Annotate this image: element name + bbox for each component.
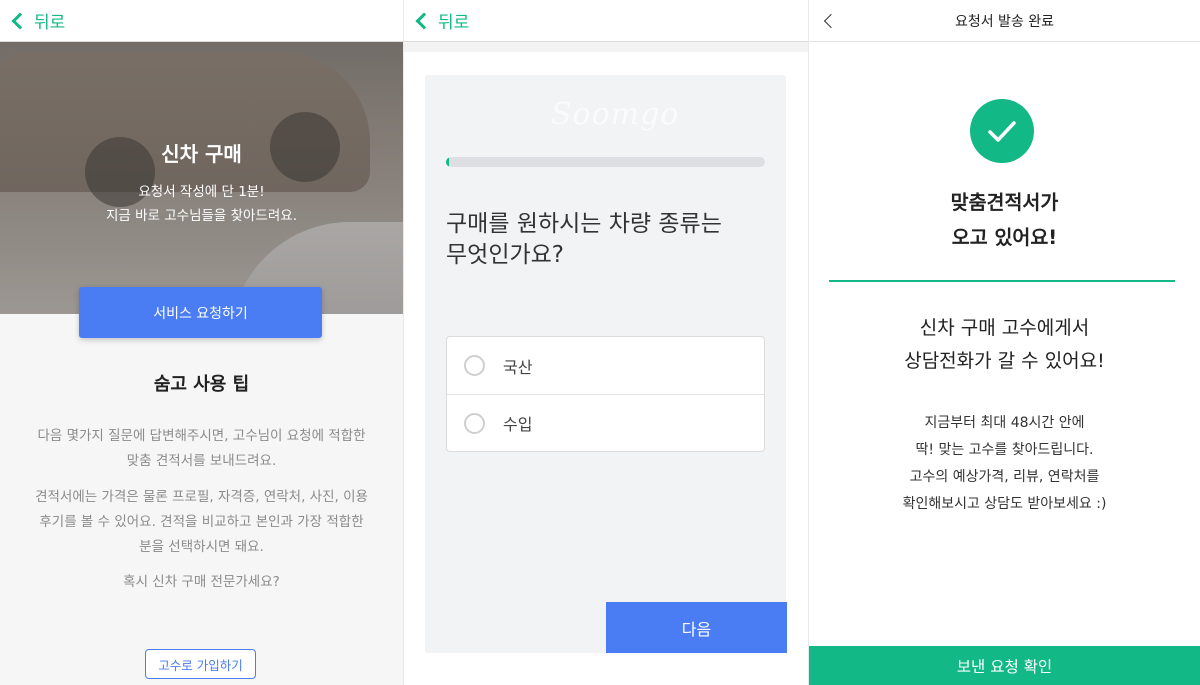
tips-line: 견적서에는 가격은 물론 프로필, 자격증, 연락처, 사진, 이용 [35, 489, 368, 505]
question-text: 구매를 원하시는 차량 종류는 무엇인가요? [446, 209, 766, 271]
info-line: 지금부터 최대 48시간 안에 [924, 415, 1085, 431]
top-bar: 뒤로 [0, 0, 403, 42]
done-heading-line: 맞춤견적서가 [950, 191, 1059, 214]
hero-title: 신차 구매 [161, 142, 242, 166]
tips-line: 분을 선택하시면 돼요. [139, 539, 264, 555]
info-line: 확인해보시고 상담도 받아보세요 :) [902, 496, 1107, 512]
option-label: 수입 [503, 415, 533, 434]
done-heading: 맞춤견적서가 오고 있어요! [809, 185, 1200, 255]
expert-question: 혹시 신차 구매 전문가세요? [123, 574, 280, 590]
request-complete-screen: 요청서 발송 완료 맞춤견적서가 오고 있어요! 신차 구매 고수에게서 상담전… [809, 0, 1200, 685]
question-line: 무엇인가요? [446, 242, 565, 268]
app-flow: 뒤로 신차 구매 요청서 작성에 단 1분! 지금 바로 고수님들을 찾아드려요… [0, 0, 1200, 685]
call-message-line: 상담전화가 갈 수 있어요! [904, 350, 1105, 372]
tips-line: 후기를 볼 수 있어요. 견적을 비교하고 본인과 가장 적합한 [39, 514, 364, 530]
next-button[interactable]: 다음 [606, 602, 787, 653]
back-label: 뒤로 [34, 13, 66, 33]
hero-subtitle-line: 지금 바로 고수님들을 찾아드려요. [105, 208, 298, 224]
view-sent-requests-button[interactable]: 보낸 요청 확인 [809, 646, 1200, 685]
tips-line: 맞춤 견적서를 보내드려요. [126, 453, 277, 469]
tips-title: 숨고 사용 팁 [153, 374, 250, 395]
page-title: 요청서 발송 완료 [954, 13, 1055, 30]
call-message: 신차 구매 고수에게서 상담전화가 갈 수 있어요! [809, 312, 1200, 378]
option-domestic[interactable]: 국산 [447, 337, 764, 394]
back-button[interactable]: 뒤로 [404, 8, 469, 33]
question-line: 구매를 원하시는 차량 종류는 [446, 211, 722, 237]
request-service-button[interactable]: 서비스 요청하기 [79, 287, 322, 338]
back-chevron-icon[interactable] [823, 13, 839, 29]
hero-subtitle: 요청서 작성에 단 1분! 지금 바로 고수님들을 찾아드려요. [0, 180, 403, 228]
check-circle-icon [970, 99, 1034, 163]
hero-overlay [0, 42, 403, 314]
progress-fill [446, 157, 450, 167]
info-line: 딱! 맞는 고수를 찾아드립니다. [915, 442, 1094, 458]
info-text: 지금부터 최대 48시간 안에 딱! 맞는 고수를 찾아드립니다. 고수의 예상… [809, 410, 1200, 518]
progress-bar [446, 157, 765, 167]
tips-paragraph: 다음 몇가지 질문에 답변해주시면, 고수님이 요청에 적합한 맞춤 견적서를 … [0, 424, 403, 474]
divider-strip [404, 42, 808, 52]
soomgo-watermark-logo: Soomgo [551, 97, 680, 132]
option-imported[interactable]: 수입 [447, 394, 764, 451]
radio-button[interactable] [464, 355, 485, 376]
radio-button[interactable] [464, 412, 485, 434]
hero-subtitle-line: 요청서 작성에 단 1분! [138, 184, 265, 200]
back-button[interactable]: 뒤로 [0, 8, 65, 33]
service-intro-screen: 뒤로 신차 구매 요청서 작성에 단 1분! 지금 바로 고수님들을 찾아드려요… [0, 0, 403, 685]
top-bar: 뒤로 [404, 0, 808, 42]
question-screen: 뒤로 Soomgo 구매를 원하시는 차량 종류는 무엇인가요? 국산 수입 다… [404, 0, 808, 685]
top-bar: 요청서 발송 완료 [809, 0, 1200, 42]
chevron-left-icon [415, 12, 433, 29]
question-card: Soomgo 구매를 원하시는 차량 종류는 무엇인가요? 국산 수입 [425, 75, 786, 653]
tips-paragraph: 견적서에는 가격은 물론 프로필, 자격증, 연락처, 사진, 이용 후기를 볼… [0, 485, 403, 560]
chevron-left-icon [11, 12, 29, 29]
options-list: 국산 수입 [446, 336, 765, 452]
join-as-expert-button[interactable]: 고수로 가입하기 [145, 649, 256, 679]
back-label: 뒤로 [438, 13, 470, 33]
done-heading-line: 오고 있어요! [951, 226, 1058, 249]
hero-banner: 신차 구매 요청서 작성에 단 1분! 지금 바로 고수님들을 찾아드려요. [0, 42, 403, 314]
call-message-line: 신차 구매 고수에게서 [919, 317, 1090, 339]
green-divider [829, 280, 1175, 282]
option-label: 국산 [503, 357, 533, 377]
info-line: 고수의 예상가격, 리뷰, 연락처를 [909, 469, 1100, 485]
tips-line: 다음 몇가지 질문에 답변해주시면, 고수님이 요청에 적합한 [37, 428, 366, 444]
